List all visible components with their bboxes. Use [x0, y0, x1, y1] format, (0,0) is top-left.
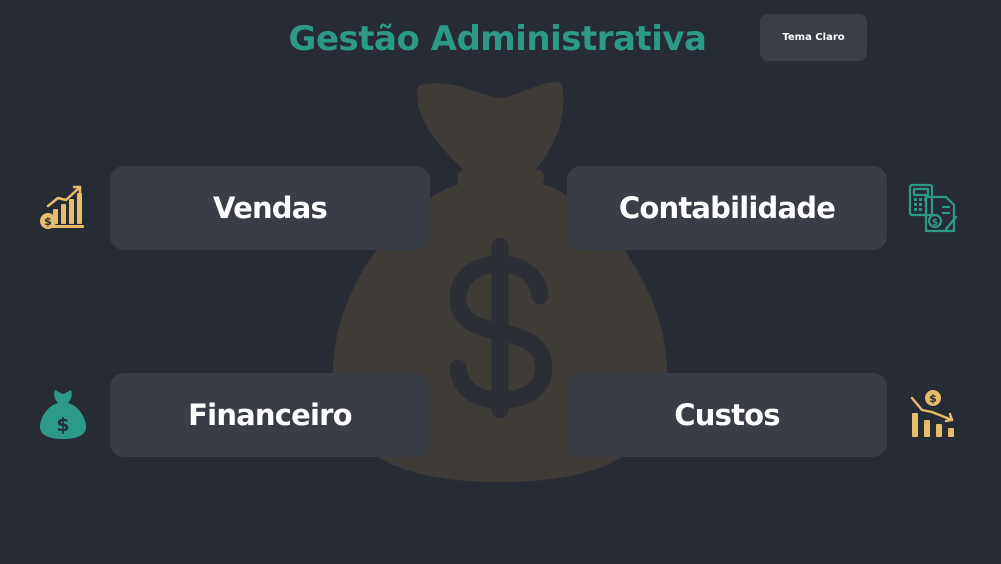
custos-button[interactable]: Custos: [567, 373, 887, 457]
vendas-button[interactable]: Vendas: [110, 166, 430, 250]
money-bag-icon: $: [37, 388, 89, 440]
sales-growth-icon: $: [36, 182, 88, 234]
svg-text:$: $: [932, 218, 938, 228]
cost-decrease-icon: $: [908, 388, 960, 440]
accounting-calculator-icon: $: [906, 183, 958, 235]
financeiro-button[interactable]: Financeiro: [110, 373, 430, 457]
theme-toggle-button[interactable]: Tema Claro: [760, 14, 867, 61]
svg-text:$: $: [56, 414, 69, 436]
svg-text:$: $: [44, 215, 52, 228]
contabilidade-button[interactable]: Contabilidade: [567, 166, 887, 250]
svg-text:$: $: [929, 392, 937, 405]
